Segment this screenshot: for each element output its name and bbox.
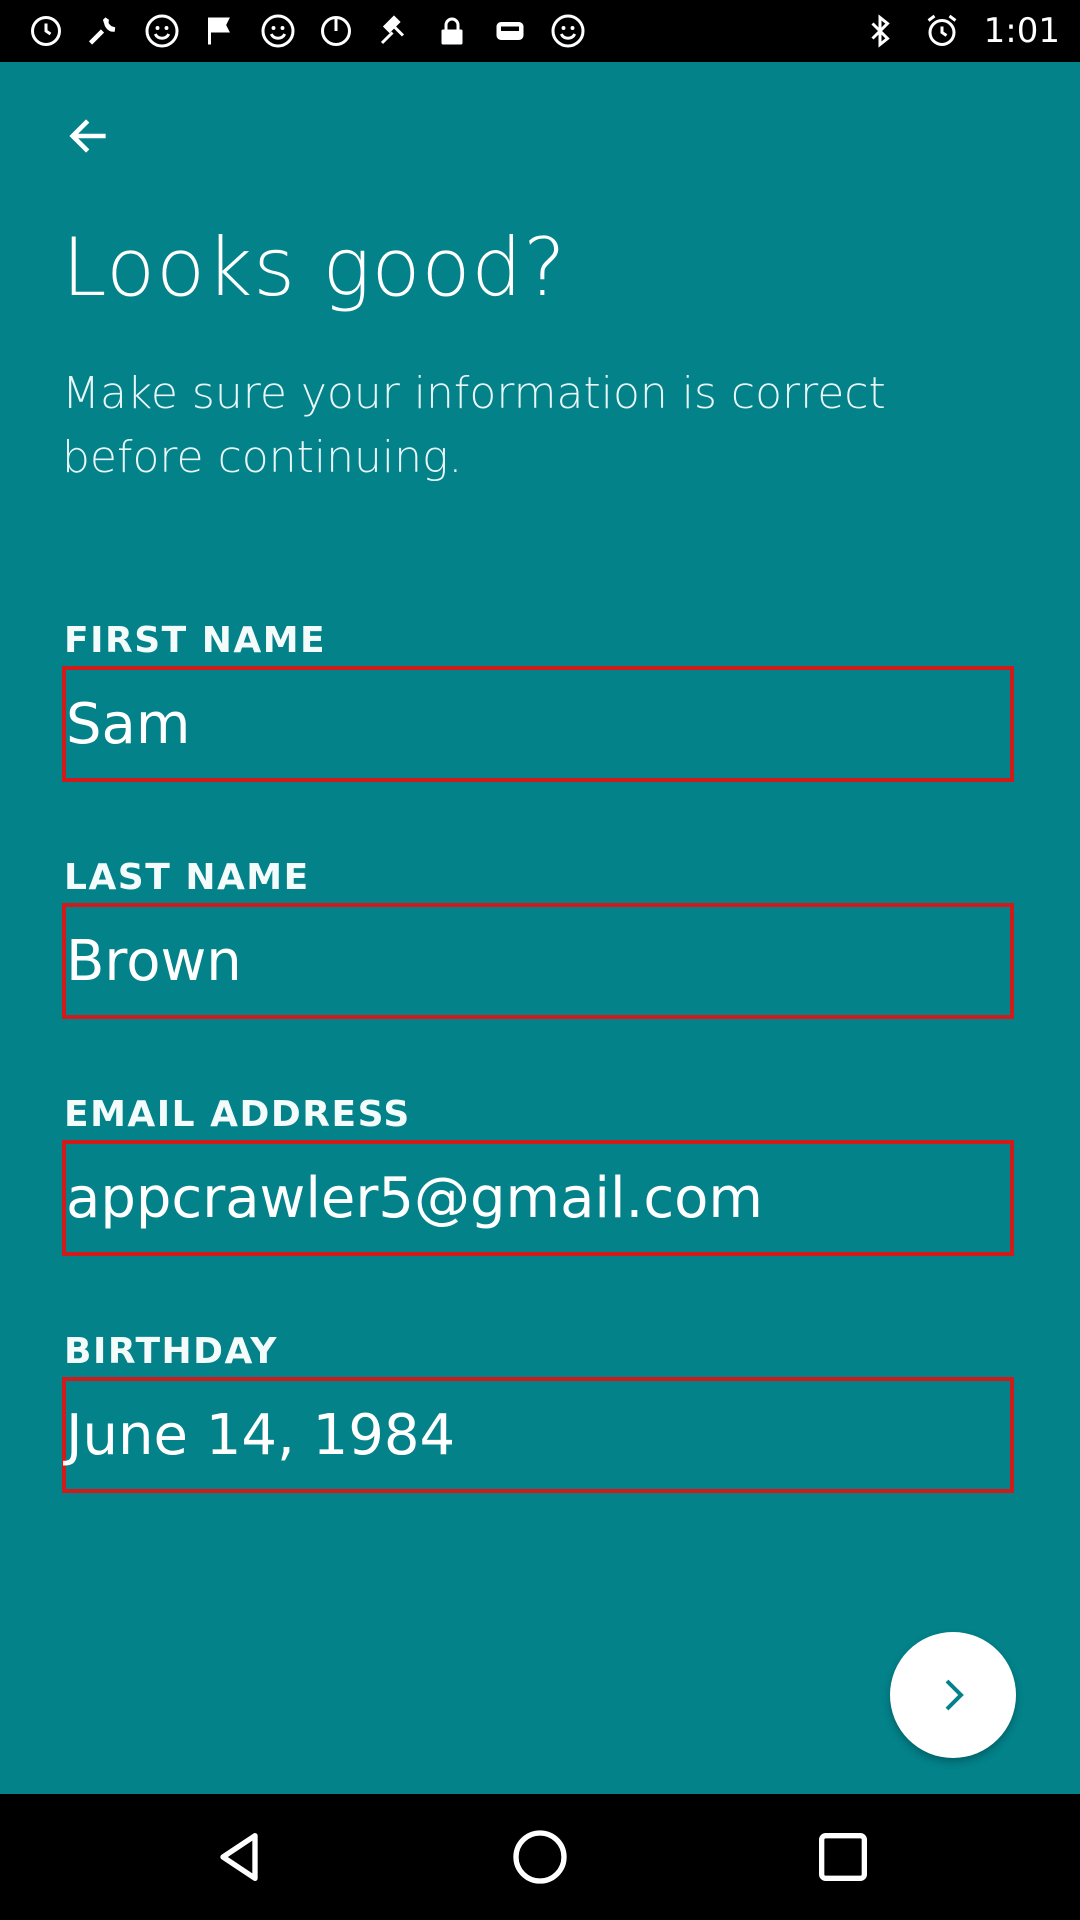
- status-bar: 1:01: [0, 0, 1080, 62]
- toggle-icon: [490, 11, 530, 51]
- square-recents-icon: [819, 1833, 867, 1881]
- clock-icon: [26, 11, 66, 51]
- email-value: appcrawler5@gmail.com: [66, 1165, 763, 1231]
- next-button[interactable]: [890, 1632, 1016, 1758]
- nav-back-button[interactable]: [202, 1820, 276, 1894]
- birthday-field[interactable]: June 14, 1984: [62, 1377, 1014, 1493]
- navigation-bar: [0, 1794, 1080, 1920]
- birthday-value: June 14, 1984: [66, 1402, 456, 1468]
- last-name-field[interactable]: Brown: [62, 903, 1014, 1019]
- birthday-label: BIRTHDAY: [64, 1331, 278, 1372]
- smiley-icon: [258, 11, 298, 51]
- back-button[interactable]: [58, 108, 118, 164]
- first-name-label: FIRST NAME: [64, 620, 327, 661]
- first-name-field[interactable]: Sam: [62, 666, 1014, 782]
- wrench-icon: [84, 11, 124, 51]
- circle-home-icon: [513, 1830, 567, 1884]
- notification-icons: [0, 11, 588, 51]
- last-name-value: Brown: [66, 928, 242, 994]
- system-status: 1:01: [860, 0, 1060, 62]
- alarm-icon: [922, 11, 962, 51]
- page-title: Looks good?: [62, 221, 567, 314]
- smiley-icon: [142, 11, 182, 51]
- flag-icon: [200, 11, 240, 51]
- first-name-value: Sam: [66, 691, 191, 757]
- dnd-icon: [316, 11, 356, 51]
- page-subtitle: Make sure your information is correct be…: [62, 368, 886, 483]
- arrow-left-icon: [69, 119, 106, 153]
- email-field[interactable]: appcrawler5@gmail.com: [62, 1140, 1014, 1256]
- status-time: 1:01: [983, 11, 1060, 51]
- lock-icon: [432, 11, 472, 51]
- last-name-label: LAST NAME: [64, 857, 310, 898]
- email-label: EMAIL ADDRESS: [64, 1094, 411, 1135]
- triangle-back-icon: [220, 1833, 258, 1881]
- bluetooth-icon: [860, 11, 900, 51]
- smiley-icon: [548, 11, 588, 51]
- nav-recents-button[interactable]: [806, 1820, 880, 1894]
- fake-gps-icon: [374, 11, 414, 51]
- nav-home-button[interactable]: [503, 1820, 577, 1894]
- chevron-right-icon: [945, 1679, 964, 1711]
